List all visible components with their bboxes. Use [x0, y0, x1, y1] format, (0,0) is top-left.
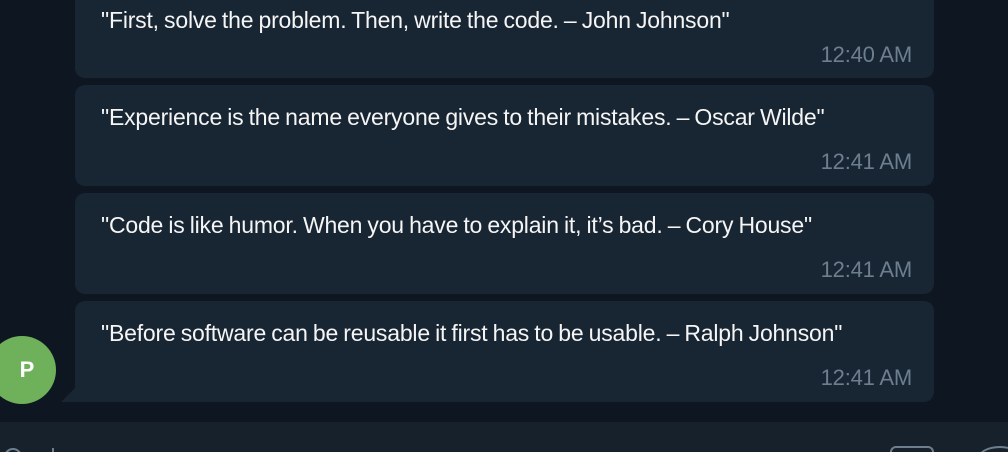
message-timestamp: 12:40 AM [820, 42, 913, 67]
message-composer [0, 422, 1008, 452]
attach-icon[interactable] [4, 448, 22, 452]
message-text: "Experience is the name everyone gives t… [101, 104, 825, 130]
chat-history[interactable]: "First, solve the problem. Then, write t… [0, 0, 1008, 422]
message-text: "First, solve the problem. Then, write t… [101, 7, 730, 33]
bot-command-icon[interactable] [890, 446, 934, 452]
message-bubble[interactable]: "Experience is the name everyone gives t… [75, 85, 934, 186]
message-timestamp: 12:41 AM [820, 365, 913, 390]
emoji-icon[interactable] [978, 446, 1008, 452]
message-input[interactable] [52, 448, 60, 452]
message-timestamp: 12:41 AM [820, 257, 913, 282]
message-text: "Before software can be reusable it firs… [101, 320, 843, 346]
sender-avatar[interactable]: P [0, 336, 56, 404]
message-bubble[interactable]: "Code is like humor. When you have to ex… [75, 193, 934, 294]
message-bubble[interactable]: "Before software can be reusable it firs… [75, 301, 934, 402]
message-bubble[interactable]: "First, solve the problem. Then, write t… [75, 0, 934, 78]
message-timestamp: 12:41 AM [820, 149, 913, 174]
message-text: "Code is like humor. When you have to ex… [101, 212, 812, 238]
